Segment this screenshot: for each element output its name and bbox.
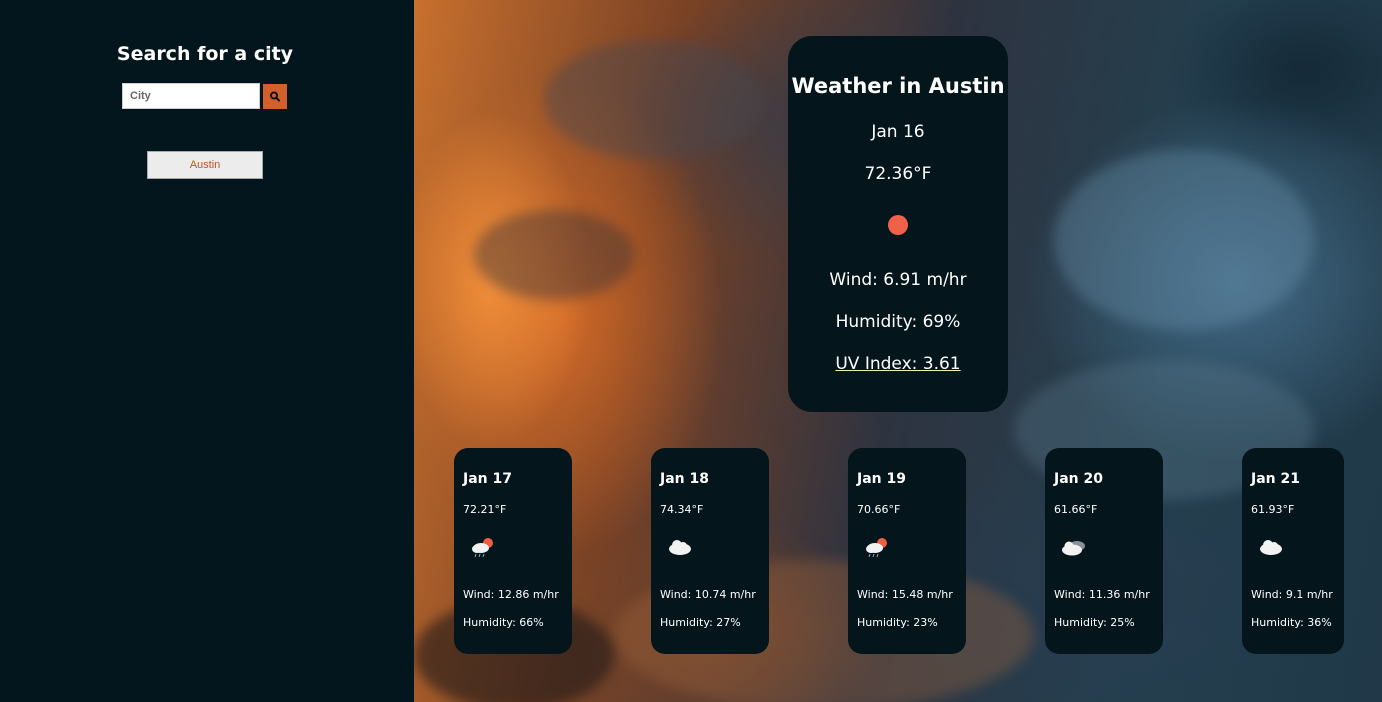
forecast-wind: Wind: 10.74 m/hr xyxy=(660,588,756,601)
partly-cloudy-rain-icon xyxy=(472,538,493,558)
current-weather-title: Weather in Austin xyxy=(791,74,1005,98)
partly-cloudy-rain-icon xyxy=(866,538,887,558)
forecast-humidity: Humidity: 25% xyxy=(1054,616,1135,629)
forecast-temperature: 61.93°F xyxy=(1251,503,1295,516)
forecast-wind: Wind: 15.48 m/hr xyxy=(857,588,953,601)
forecast-date: Jan 21 xyxy=(1251,471,1300,487)
current-date: Jan 16 xyxy=(871,122,925,142)
current-uv-index: UV Index: 3.61 xyxy=(835,354,961,374)
current-weather-card: Weather in Austin Jan 16 72.36°F Wind: 6… xyxy=(788,36,1008,412)
cloudy-icon xyxy=(1062,541,1085,556)
city-search-input[interactable] xyxy=(122,83,260,109)
history-city-austin-button[interactable]: Austin xyxy=(147,151,263,179)
forecast-date: Jan 17 xyxy=(463,471,512,487)
forecast-date: Jan 19 xyxy=(857,471,906,487)
forecast-wind: Wind: 11.36 m/hr xyxy=(1054,588,1150,601)
forecast-card: Jan 19 70.66°F Wind: 15.48 m/hr Humidity… xyxy=(848,448,966,654)
sun-icon xyxy=(888,215,908,235)
forecast-humidity: Humidity: 23% xyxy=(857,616,938,629)
forecast-humidity: Humidity: 66% xyxy=(463,616,544,629)
forecast-temperature: 61.66°F xyxy=(1054,503,1098,516)
forecast-wind: Wind: 9.1 m/hr xyxy=(1251,588,1333,601)
current-temperature: 72.36°F xyxy=(864,164,932,184)
cloud-icon xyxy=(669,540,691,555)
forecast-card: Jan 17 72.21°F Wind: 12.86 m/hr Humidity… xyxy=(454,448,572,654)
forecast-temperature: 74.34°F xyxy=(660,503,704,516)
cloud-icon xyxy=(1260,540,1282,555)
search-button[interactable] xyxy=(263,84,287,109)
search-title: Search for a city xyxy=(116,43,294,65)
forecast-date: Jan 20 xyxy=(1054,471,1103,487)
forecast-temperature: 70.66°F xyxy=(857,503,901,516)
forecast-card: Jan 18 74.34°F Wind: 10.74 m/hr Humidity… xyxy=(651,448,769,654)
forecast-wind: Wind: 12.86 m/hr xyxy=(463,588,559,601)
forecast-date: Jan 18 xyxy=(660,471,709,487)
forecast-card: Jan 20 61.66°F Wind: 11.36 m/hr Humidity… xyxy=(1045,448,1163,654)
current-wind: Wind: 6.91 m/hr xyxy=(829,270,967,290)
forecast-temperature: 72.21°F xyxy=(463,503,507,516)
forecast-card: Jan 21 61.93°F Wind: 9.1 m/hr Humidity: … xyxy=(1242,448,1344,654)
search-icon xyxy=(270,91,280,102)
forecast-humidity: Humidity: 27% xyxy=(660,616,741,629)
sidebar: Search for a city Austin xyxy=(0,0,414,702)
forecast-humidity: Humidity: 36% xyxy=(1251,616,1332,629)
current-humidity: Humidity: 69% xyxy=(835,312,961,332)
